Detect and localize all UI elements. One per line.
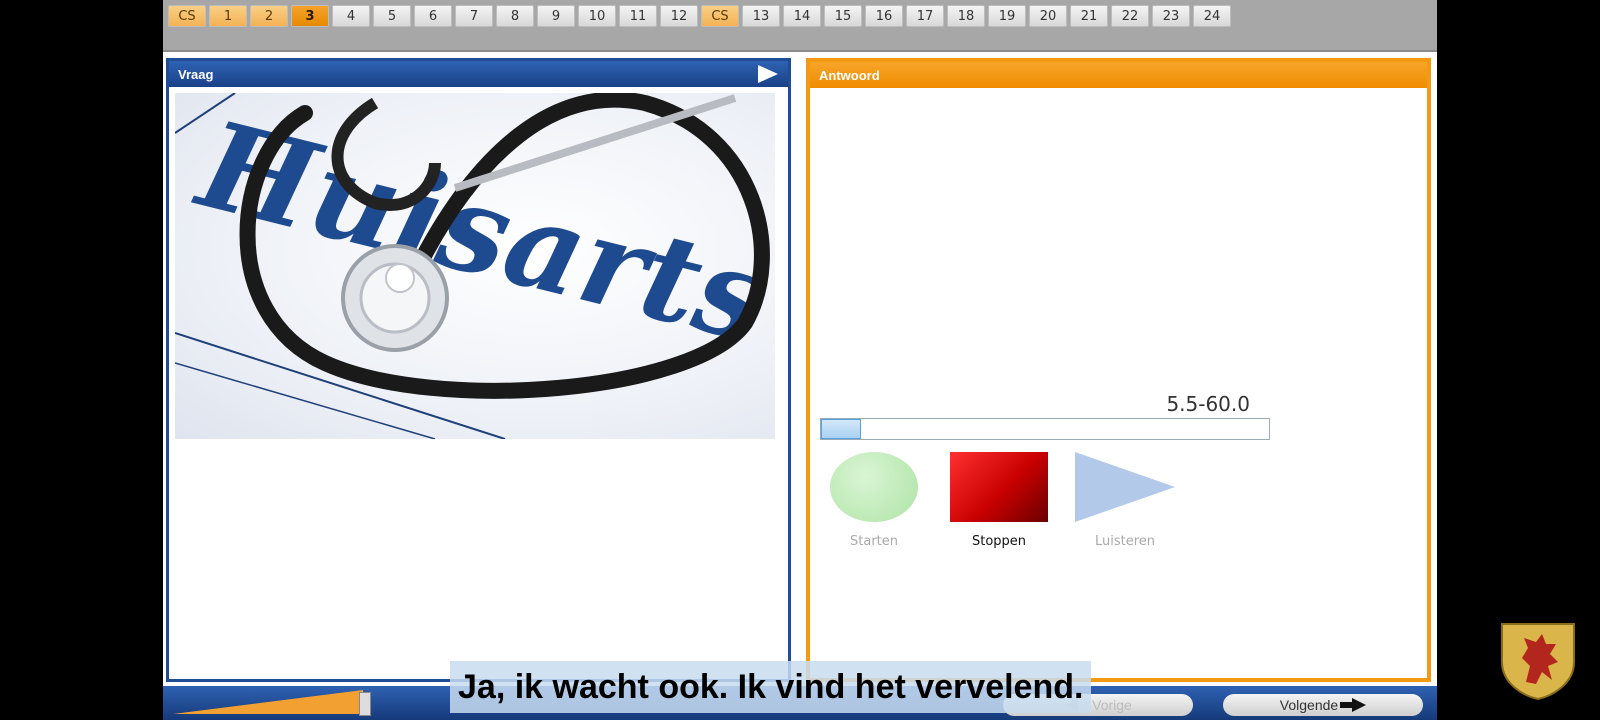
- nav-button-12[interactable]: 12: [660, 5, 698, 27]
- nav-button-cs[interactable]: CS: [701, 5, 739, 27]
- nav-button-10[interactable]: 10: [578, 5, 616, 27]
- nav-button-2[interactable]: 2: [250, 5, 288, 27]
- nav-button-11[interactable]: 11: [619, 5, 657, 27]
- nav-button-7[interactable]: 7: [455, 5, 493, 27]
- question-navigation: CS 1 2 3 4 5 6 7 8 9 10 11 12 CS 13 14 15 16 17 18 19 20 21 22 2…: [163, 0, 1437, 52]
- volume-slider-track[interactable]: [173, 690, 363, 714]
- stop-icon: [950, 452, 1048, 522]
- nav-button-15[interactable]: 15: [824, 5, 862, 27]
- nav-button-cs[interactable]: CS: [168, 5, 206, 27]
- nav-button-5[interactable]: 5: [373, 5, 411, 27]
- listen-button[interactable]: Luisteren: [1075, 452, 1175, 549]
- listen-icon: [1075, 452, 1175, 522]
- recording-progress-bar: [820, 418, 1270, 440]
- question-title: Vraag: [178, 67, 214, 82]
- nav-button-20[interactable]: 20: [1029, 5, 1067, 27]
- nav-button-9[interactable]: 9: [537, 5, 575, 27]
- listen-label: Luisteren: [1094, 534, 1156, 549]
- next-button[interactable]: Volgende: [1223, 694, 1423, 716]
- next-label: Volgende: [1279, 697, 1339, 713]
- stethoscope-illustration: Huisarts: [175, 93, 775, 439]
- volume-slider-handle[interactable]: [359, 692, 371, 716]
- stop-button[interactable]: Stoppen: [950, 452, 1048, 549]
- nav-button-24[interactable]: 24: [1193, 5, 1231, 27]
- question-image: Huisarts: [175, 93, 775, 439]
- nav-button-14[interactable]: 14: [783, 5, 821, 27]
- question-panel: Vraag Huisarts: [166, 58, 791, 682]
- nav-button-13[interactable]: 13: [742, 5, 780, 27]
- recording-timer: 5.5-60.0: [1166, 392, 1250, 416]
- nav-button-23[interactable]: 23: [1152, 5, 1190, 27]
- nav-button-1[interactable]: 1: [209, 5, 247, 27]
- question-nav-row: CS 1 2 3 4 5 6 7 8 9 10 11 12 CS 13 14 15 16 17 18 19 20 21 22 2…: [168, 5, 1231, 27]
- nav-button-4[interactable]: 4: [332, 5, 370, 27]
- recording-progress-fill: [821, 419, 862, 439]
- previous-label: Vorige: [1092, 697, 1132, 713]
- nav-button-18[interactable]: 18: [947, 5, 985, 27]
- start-icon: [830, 452, 918, 522]
- answer-title: Antwoord: [819, 68, 880, 83]
- nav-button-16[interactable]: 16: [865, 5, 903, 27]
- video-subtitle: Ja, ik wacht ook. Ik vind het vervelend.: [450, 661, 1092, 713]
- play-icon[interactable]: [758, 65, 778, 83]
- nav-button-17[interactable]: 17: [906, 5, 944, 27]
- nav-button-22[interactable]: 22: [1111, 5, 1149, 27]
- nav-button-6[interactable]: 6: [414, 5, 452, 27]
- nav-button-19[interactable]: 19: [988, 5, 1026, 27]
- answer-panel: Antwoord 5.5-60.0 Starten Stoppen Luiste…: [806, 58, 1431, 682]
- exam-app: CS 1 2 3 4 5 6 7 8 9 10 11 12 CS 13 14 15 16 17 18 19 20 21 22 2…: [163, 0, 1437, 720]
- coat-of-arms-logo: [1501, 623, 1575, 700]
- nav-button-3[interactable]: 3: [291, 5, 329, 27]
- question-header: Vraag: [169, 61, 788, 87]
- stop-label: Stoppen: [971, 534, 1027, 549]
- start-button[interactable]: Starten: [830, 452, 918, 549]
- start-label: Starten: [850, 534, 898, 549]
- arrow-right-icon: [1340, 698, 1367, 712]
- nav-button-21[interactable]: 21: [1070, 5, 1108, 27]
- nav-button-8[interactable]: 8: [496, 5, 534, 27]
- answer-header: Antwoord: [810, 62, 1427, 88]
